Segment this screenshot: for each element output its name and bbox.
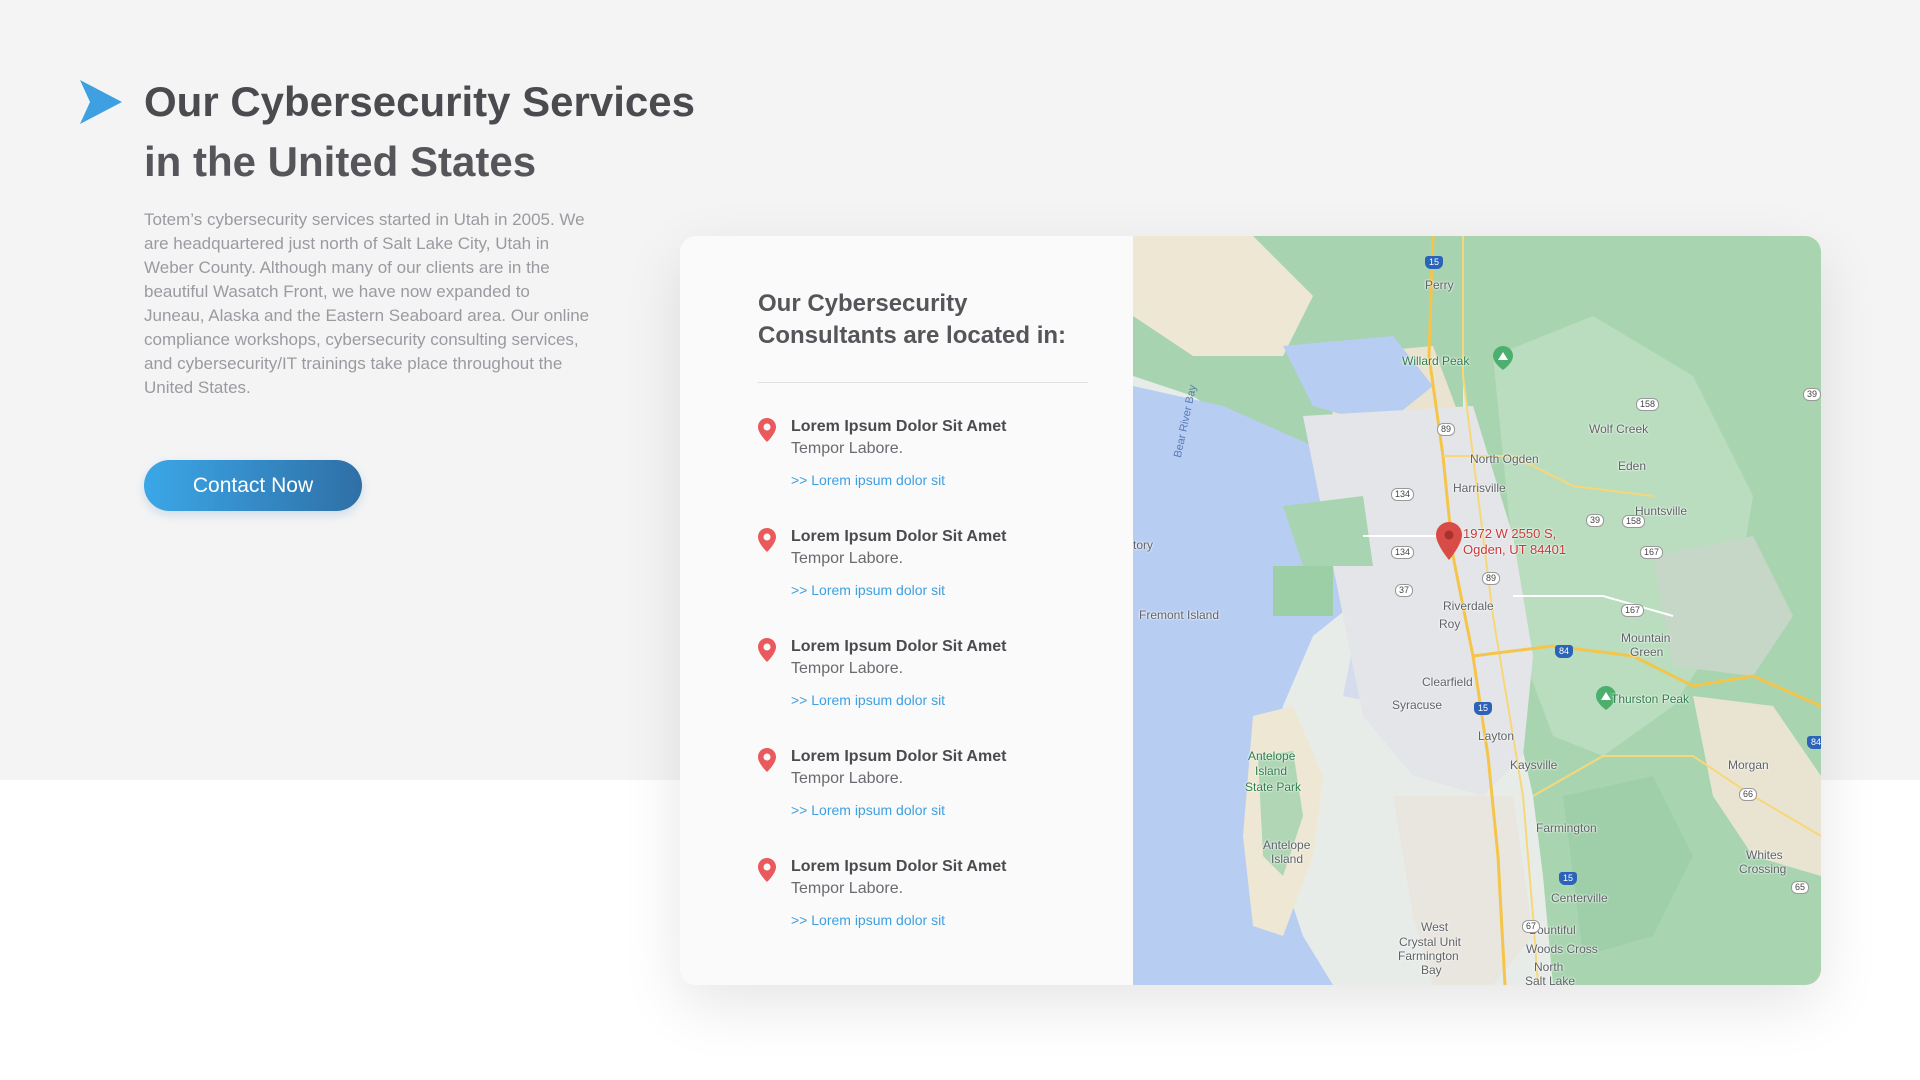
map-place-label: North Ogden bbox=[1470, 452, 1539, 466]
location-link[interactable]: >> Lorem ipsum dolor sit bbox=[791, 470, 945, 490]
location-link[interactable]: >> Lorem ipsum dolor sit bbox=[791, 580, 945, 600]
highway-shield: 66 bbox=[1739, 788, 1758, 801]
map-place-label: Eden bbox=[1618, 459, 1647, 473]
highway-shield: 84 bbox=[1555, 645, 1574, 658]
map-place-label: Farmington bbox=[1536, 821, 1597, 835]
location-map[interactable]: 1972 W 2550 S, Ogden, UT 84401 Perry Wil… bbox=[1133, 236, 1821, 985]
location-name: Lorem Ipsum Dolor Sit Amet bbox=[791, 748, 1007, 765]
map-marker-icon[interactable] bbox=[1436, 522, 1462, 560]
map-place-label: Willard Peak bbox=[1402, 354, 1470, 368]
map-place-label: Kaysville bbox=[1510, 758, 1558, 772]
locations-panel: Our Cybersecurity Consultants are locate… bbox=[680, 236, 1133, 985]
highway-shield: 67 bbox=[1522, 920, 1541, 933]
map-place-label: Fremont Island bbox=[1139, 608, 1220, 622]
location-name: Lorem Ipsum Dolor Sit Amet bbox=[791, 528, 1007, 545]
highway-shield: 15 bbox=[1559, 872, 1578, 885]
intro-paragraph: Totem’s cybersecurity services started i… bbox=[144, 210, 590, 397]
map-place-label: North bbox=[1534, 960, 1564, 974]
map-place-label: Salt Lake bbox=[1525, 974, 1576, 985]
chevron-right-icon bbox=[80, 80, 122, 124]
location-subtitle: Tempor Labore. bbox=[791, 660, 904, 677]
location-name: Lorem Ipsum Dolor Sit Amet bbox=[791, 418, 1007, 435]
map-place-label: Syracuse bbox=[1392, 698, 1443, 712]
map-place-label: Clearfield bbox=[1422, 675, 1473, 689]
highway-shield: 167 bbox=[1640, 546, 1664, 559]
location-subtitle: Tempor Labore. bbox=[791, 550, 904, 567]
map-address-line: Ogden, UT 84401 bbox=[1463, 542, 1567, 557]
map-place-label: Perry bbox=[1425, 278, 1454, 292]
highway-shield: 158 bbox=[1622, 515, 1646, 528]
map-place-label: Green bbox=[1630, 645, 1664, 659]
page-subtitle: in the United States bbox=[144, 138, 537, 185]
location-list: Lorem Ipsum Dolor Sit Amet Tempor Labore… bbox=[758, 416, 1098, 966]
highway-shield: 15 bbox=[1425, 256, 1444, 269]
map-place-label: Morgan bbox=[1728, 758, 1769, 772]
location-item: Lorem Ipsum Dolor Sit Amet Tempor Labore… bbox=[758, 526, 1098, 636]
highway-shield: 89 bbox=[1437, 423, 1456, 436]
location-subtitle: Tempor Labore. bbox=[791, 880, 904, 897]
map-place-label: West bbox=[1421, 920, 1449, 934]
map-pin-icon bbox=[758, 748, 776, 772]
location-name: Lorem Ipsum Dolor Sit Amet bbox=[791, 638, 1007, 655]
highway-shield: 37 bbox=[1395, 584, 1414, 597]
locations-card: Our Cybersecurity Consultants are locate… bbox=[680, 236, 1821, 985]
map-pin-icon bbox=[758, 638, 776, 662]
map-place-label: Island bbox=[1271, 852, 1304, 866]
location-name: Lorem Ipsum Dolor Sit Amet bbox=[791, 858, 1007, 875]
map-place-label: State Park bbox=[1245, 780, 1302, 794]
mountain-icon bbox=[1493, 346, 1513, 370]
location-link[interactable]: >> Lorem ipsum dolor sit bbox=[791, 910, 945, 930]
map-pin-icon bbox=[758, 858, 776, 882]
map-place-label: Antelope bbox=[1263, 838, 1311, 852]
location-item: Lorem Ipsum Dolor Sit Amet Tempor Labore… bbox=[758, 636, 1098, 746]
map-place-label: Centerville bbox=[1551, 891, 1608, 905]
highway-shield: 134 bbox=[1391, 546, 1415, 559]
highway-shield: 167 bbox=[1621, 604, 1645, 617]
location-item: Lorem Ipsum Dolor Sit Amet Tempor Labore… bbox=[758, 416, 1098, 526]
map-place-label: Woods Cross bbox=[1526, 942, 1598, 956]
map-place-label: Roy bbox=[1439, 617, 1461, 631]
map-place-label: Crossing bbox=[1739, 862, 1787, 876]
map-place-label: Riverdale bbox=[1443, 599, 1494, 613]
map-place-label: Farmington bbox=[1398, 949, 1459, 963]
map-place-label: Whites bbox=[1746, 848, 1783, 862]
location-subtitle: Tempor Labore. bbox=[791, 440, 904, 457]
map-pin-icon bbox=[758, 418, 776, 442]
map-pin-icon bbox=[758, 528, 776, 552]
map-place-label: Layton bbox=[1478, 729, 1515, 743]
highway-shield: 89 bbox=[1482, 572, 1501, 585]
map-place-label: Island bbox=[1255, 764, 1288, 778]
page-title: Our Cybersecurity Services bbox=[144, 78, 695, 125]
locations-heading: Our Cybersecurity Consultants are locate… bbox=[758, 290, 1067, 349]
highway-shield: 134 bbox=[1391, 488, 1415, 501]
map-place-label: Crystal Unit bbox=[1399, 935, 1462, 949]
location-item: Lorem Ipsum Dolor Sit Amet Tempor Labore… bbox=[758, 856, 1098, 966]
map-place-label: Mountain bbox=[1621, 631, 1671, 645]
map-place-label: Antelope bbox=[1248, 749, 1296, 763]
highway-shield: 65 bbox=[1791, 881, 1810, 894]
highway-shield: 39 bbox=[1803, 388, 1821, 401]
location-subtitle: Tempor Labore. bbox=[791, 770, 904, 787]
location-link[interactable]: >> Lorem ipsum dolor sit bbox=[791, 800, 945, 820]
location-item: Lorem Ipsum Dolor Sit Amet Tempor Labore… bbox=[758, 746, 1098, 856]
contact-now-button[interactable]: Contact Now bbox=[144, 460, 362, 511]
location-link[interactable]: >> Lorem ipsum dolor sit bbox=[791, 690, 945, 710]
map-place-label: tory bbox=[1133, 538, 1154, 552]
map-place-label: Harrisville bbox=[1453, 481, 1506, 495]
divider bbox=[758, 382, 1088, 383]
map-address-line: 1972 W 2550 S, bbox=[1463, 526, 1557, 541]
highway-shield: 84 bbox=[1807, 736, 1821, 749]
highway-shield: 39 bbox=[1586, 514, 1605, 527]
map-place-label: Thurston Peak bbox=[1611, 692, 1690, 706]
highway-shield: 15 bbox=[1474, 702, 1493, 715]
map-place-label: Bay bbox=[1421, 963, 1442, 977]
highway-shield: 158 bbox=[1636, 398, 1660, 411]
map-place-label: Wolf Creek bbox=[1589, 422, 1649, 436]
